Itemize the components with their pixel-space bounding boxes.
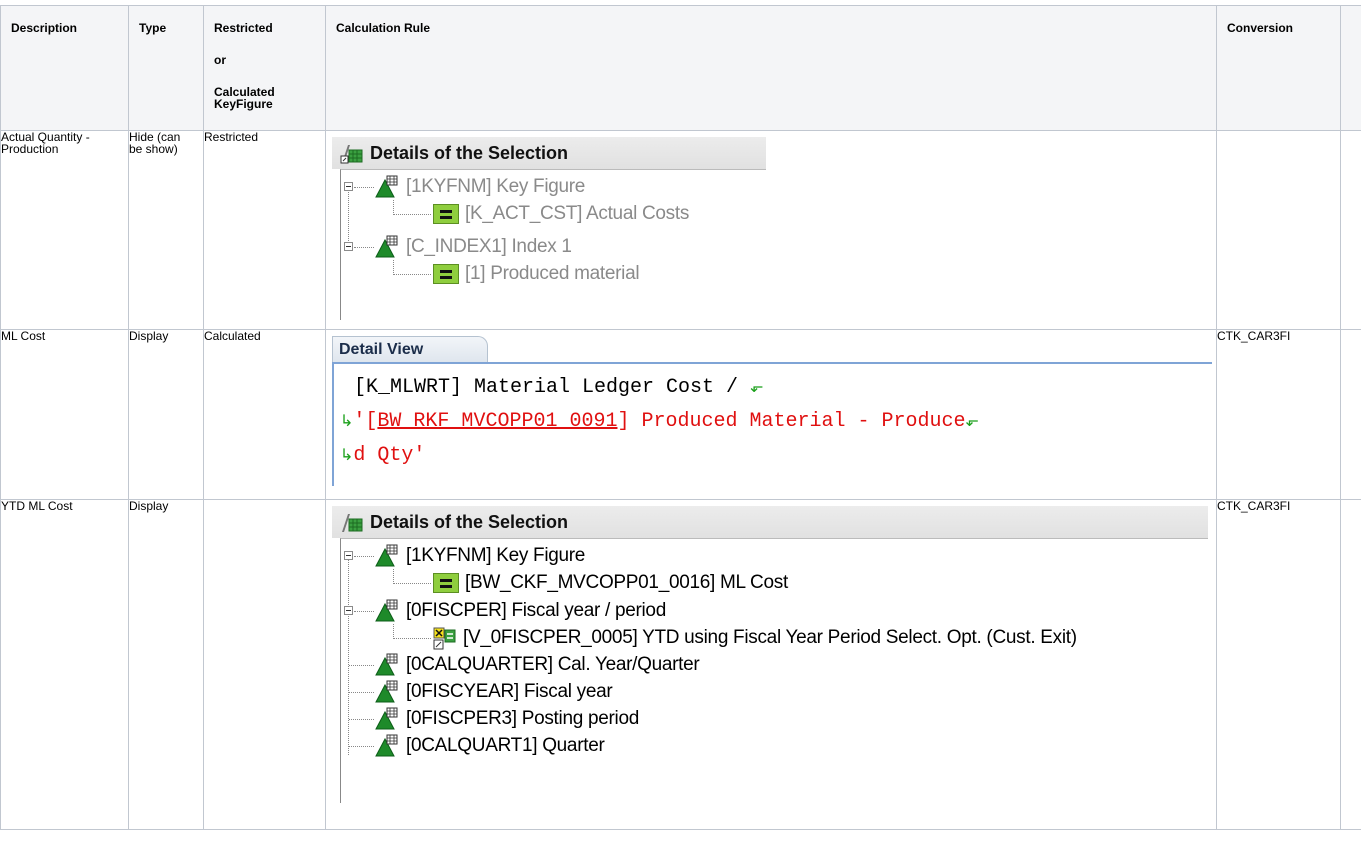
selection-details-panel: Details of the Selection [1KYFNM] Key Fi… [332,137,766,325]
line-continue-icon: ↳ [340,447,354,465]
collapse-icon[interactable] [344,242,353,251]
selection-details-panel: Details of the Selection [1KYFNM] Key Fi… [332,506,1208,806]
characteristic-icon [374,734,400,758]
row-conversion: CTK_CAR3FI [1216,499,1341,830]
row-description: ML Cost [0,329,129,500]
row-description: Actual Quantity - Production [0,130,129,330]
tree-node: [1KYFNM] Key Figure [374,174,585,200]
selection-details-icon [340,141,364,165]
key-figure-icon [374,175,400,199]
equals-icon [433,264,459,284]
selection-details-icon [340,510,364,534]
row-restricted-calculated [203,499,326,830]
characteristic-icon [374,707,400,731]
variable-icon [433,626,457,650]
tree-node: [K_ACT_CST] Actual Costs [433,201,689,227]
characteristic-icon [374,599,400,623]
row-restricted-calculated: Restricted [203,130,326,330]
tree-node: [0CALQUART1] Quarter [374,733,605,759]
detail-view: Detail View [K_MLWRT] Material Ledger Co… [332,336,1216,486]
key-figure-icon [374,544,400,568]
collapse-icon[interactable] [344,182,353,191]
table-row: Actual Quantity - Production Hide (can be … [0,130,1361,330]
tree-node: [1KYFNM] Key Figure [374,543,585,569]
panel-title: Details of the Selection [370,142,569,163]
panel-title-bar: Details of the Selection [332,506,1208,538]
line-continue-icon: ↳ [340,413,354,431]
row-type: Display [128,329,204,500]
key-figure-table: Description Type Restricted or Calculate… [0,5,1361,830]
formula-line: d Qty' [353,444,426,467]
formula-line: [K_MLWRT] Material Ledger Cost / [354,376,739,399]
header-extra [1340,5,1361,131]
equals-icon [433,573,459,593]
header-calculation-rule: Calculation Rule [325,5,1217,131]
formula-line: '[BW_RKF_MVCOPP01_0091] Produced Materia… [353,410,966,433]
selection-tree: [1KYFNM] Key Figure [BW_CKF_MVCOPP01_001… [340,538,1208,803]
formula-body: [K_MLWRT] Material Ledger Cost / ⬐ ↳'[BW… [332,362,1212,486]
row-calculation-rule: Detail View [K_MLWRT] Material Ledger Co… [325,329,1217,500]
tree-node: [0FISCPER3] Posting period [374,706,639,732]
tree-node: [V_0FISCPER_0005] YTD using Fiscal Year … [433,625,1077,651]
detail-view-tab[interactable]: Detail View [332,336,488,362]
tree-node: [1] Produced material [433,261,640,287]
characteristic-icon [374,680,400,704]
row-calculation-rule: Details of the Selection [1KYFNM] Key Fi… [325,499,1217,830]
header-type: Type [128,5,204,131]
header-restricted-or-calculated: Restricted or Calculated KeyFigure [203,5,326,131]
row-type: Display [128,499,204,830]
panel-title-bar: Details of the Selection [332,137,766,169]
selection-tree: [1KYFNM] Key Figure [K_ACT_CST] Actual C… [340,169,766,320]
row-description: YTD ML Cost [0,499,129,830]
line-wrap-icon: ⬐ [965,413,979,431]
tree-node: [C_INDEX1] Index 1 [374,234,572,260]
panel-title: Details of the Selection [370,511,569,532]
collapse-icon[interactable] [344,551,353,560]
equals-icon [433,204,459,224]
tree-node: [0CALQUARTER] Cal. Year/Quarter [374,652,700,678]
line-wrap-icon: ⬐ [750,379,764,397]
row-conversion [1216,130,1341,330]
row-calculation-rule: Details of the Selection [1KYFNM] Key Fi… [325,130,1217,330]
header-conversion: Conversion [1216,5,1341,131]
table-row: ML Cost Display Calculated Detail View [… [0,329,1361,500]
row-restricted-calculated: Calculated [203,329,326,500]
table-row: YTD ML Cost Display Details of the Selec… [0,499,1361,830]
tree-node: [0FISCYEAR] Fiscal year [374,679,613,705]
tree-node: [BW_CKF_MVCOPP01_0016] ML Cost [433,570,788,596]
row-conversion: CTK_CAR3FI [1216,329,1341,500]
row-type: Hide (can be show) [128,130,204,330]
characteristic-icon [374,653,400,677]
header-row: Description Type Restricted or Calculate… [0,5,1361,131]
header-description: Description [0,5,129,131]
collapse-icon[interactable] [344,606,353,615]
tree-node: [0FISCPER] Fiscal year / period [374,598,666,624]
characteristic-icon [374,235,400,259]
